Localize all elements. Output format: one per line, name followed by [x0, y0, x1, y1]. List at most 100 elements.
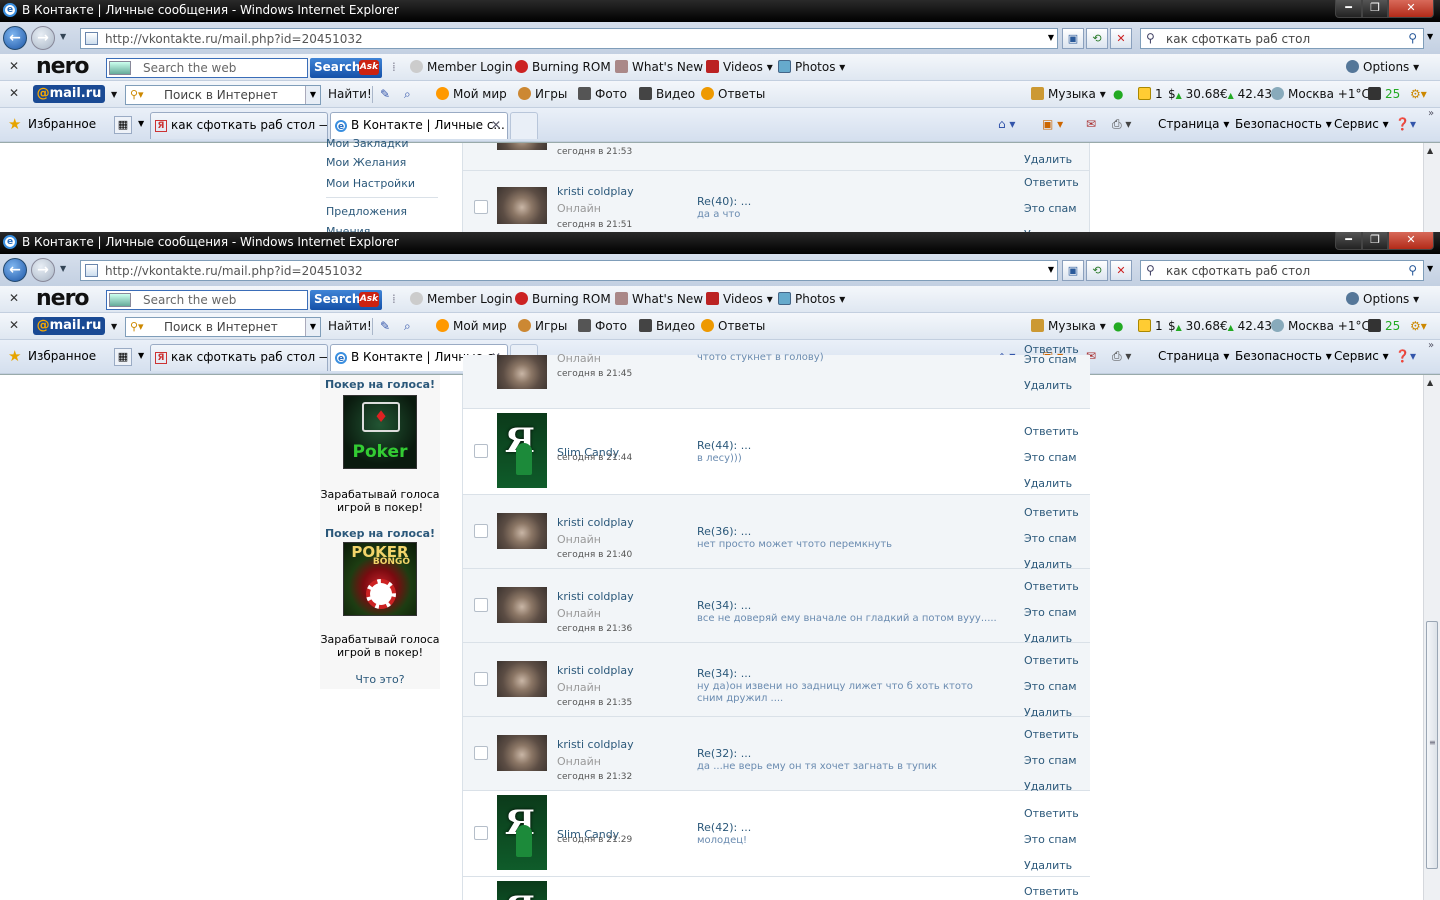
burning-rom-button[interactable]: Burning ROM — [515, 60, 611, 74]
reply-link[interactable]: Ответить — [1024, 176, 1079, 189]
minimize-button[interactable]: ━ — [1335, 232, 1362, 250]
sender-name-link[interactable]: kristi coldplay — [557, 185, 634, 198]
search-page-icon[interactable]: ⌕ — [404, 87, 411, 102]
photo-button[interactable]: Фото — [578, 319, 627, 333]
delete-link[interactable]: Удалить — [1024, 859, 1072, 872]
reply-link[interactable]: Ответить — [1024, 506, 1079, 519]
usd-rate[interactable]: $▲ 30.68 — [1168, 319, 1220, 333]
sidebar-link[interactable]: Мои Желания — [326, 156, 406, 169]
message-checkbox[interactable] — [474, 200, 488, 214]
forward-button[interactable]: → — [31, 26, 55, 50]
scroll-up-icon[interactable]: ▲ — [1427, 378, 1433, 387]
compatibility-view-icon[interactable]: ▣ — [1062, 260, 1084, 281]
sender-name-link[interactable]: kristi coldplay — [557, 738, 634, 751]
tab-list-icon[interactable]: ▼ — [138, 119, 144, 128]
photos-menu[interactable]: Photos ▾ — [778, 60, 845, 74]
avatar[interactable]: Я — [497, 795, 547, 870]
options-menu[interactable]: Options ▾ — [1346, 292, 1419, 306]
ad-title-link[interactable]: Покер на голоса! — [320, 378, 440, 391]
scrollbar-thumb[interactable]: ≡ — [1426, 621, 1438, 869]
favorites-button[interactable]: Избранное — [28, 117, 96, 131]
avatar[interactable] — [497, 355, 547, 389]
page-menu[interactable]: Страница ▾ — [1158, 117, 1229, 131]
moy-mir-button[interactable]: Мой мир — [436, 87, 507, 101]
message-checkbox[interactable] — [474, 826, 488, 840]
message-checkbox[interactable] — [474, 672, 488, 686]
nero-search-button[interactable]: Search Ask — [310, 58, 382, 78]
poker-ad[interactable]: Покер на голоса! POKER BONGO Зарабатывай го… — [320, 527, 440, 667]
spam-link[interactable]: Это спам — [1024, 833, 1077, 846]
recent-pages-dropdown[interactable]: ▼ — [60, 32, 66, 41]
eur-rate[interactable]: €▲ 42.43 — [1220, 319, 1272, 333]
address-dropdown-icon[interactable]: ▼ — [1048, 33, 1054, 42]
search-icon[interactable]: ⚲ — [1408, 31, 1417, 45]
search-engine-icon[interactable]: ⚲▾ — [130, 320, 144, 333]
answers-button[interactable]: Ответы — [701, 87, 765, 101]
quick-tabs-icon[interactable]: ▦ — [114, 116, 132, 134]
tab-yandex[interactable]: Я как сфоткать раб стол — ... — [150, 344, 328, 371]
tab-yandex[interactable]: Я как сфоткать раб стол — ... — [150, 112, 328, 139]
mailru-menu-icon[interactable]: ▼ — [111, 90, 117, 99]
maximize-button[interactable]: ❐ — [1362, 232, 1388, 250]
delete-link[interactable]: Удалить — [1024, 153, 1072, 166]
sidebar-link[interactable]: Предложения — [326, 205, 407, 218]
spam-link[interactable]: Это спам — [1024, 754, 1077, 767]
message-checkbox[interactable] — [474, 524, 488, 538]
recent-pages-dropdown[interactable]: ▼ — [60, 264, 66, 273]
search-page-icon[interactable]: ⌕ — [404, 319, 411, 334]
spam-link[interactable]: Это спам — [1024, 451, 1077, 464]
address-input[interactable]: http://vkontakte.ru/mail.php?id=20451032… — [80, 260, 1058, 281]
maximize-button[interactable]: ❐ — [1362, 0, 1388, 18]
photos-menu[interactable]: Photos ▾ — [778, 292, 845, 306]
answers-button[interactable]: Ответы — [701, 319, 765, 333]
member-login-button[interactable]: Member Login — [410, 292, 513, 306]
sender-name-link[interactable]: kristi coldplay — [557, 590, 634, 603]
videos-menu[interactable]: Videos ▾ — [706, 60, 773, 74]
find-button[interactable]: Найти! — [328, 87, 372, 101]
sidebar-link[interactable]: Мои Закладки — [326, 137, 408, 150]
sender-name-link[interactable]: kristi coldplay — [557, 516, 634, 529]
mailru-logo[interactable]: @mail.ru — [33, 317, 105, 335]
mailru-search-input[interactable]: ⚲▾ Поиск в Интернет ▼ — [125, 85, 321, 105]
whats-new-button[interactable]: What's New — [615, 60, 703, 74]
vertical-scrollbar[interactable]: ▲ — [1423, 143, 1440, 232]
tools-menu[interactable]: Сервис ▾ — [1334, 117, 1389, 131]
close-toolbar-icon[interactable]: ✕ — [9, 86, 19, 100]
back-button[interactable]: ← — [3, 26, 27, 50]
reply-link[interactable]: Ответить — [1024, 654, 1079, 667]
message-checkbox[interactable] — [474, 598, 488, 612]
message-subject-link[interactable]: Re(34): ... — [697, 667, 751, 680]
spam-link[interactable]: Это спам — [1024, 606, 1077, 619]
weather-button[interactable]: Москва +1°C — [1271, 87, 1370, 101]
poker-ad[interactable]: Покер на голоса! ♦ Poker Зарабатывай голоса… — [320, 378, 440, 518]
spam-link[interactable]: Это спам — [1024, 202, 1077, 215]
delete-link[interactable]: Удалить — [1024, 379, 1072, 392]
what-is-this-link[interactable]: Что это? — [320, 673, 440, 686]
search-options-icon[interactable]: ▼ — [1427, 32, 1433, 41]
back-button[interactable]: ← — [3, 258, 27, 282]
avatar[interactable] — [497, 143, 547, 150]
mailru-search-input[interactable]: ⚲▾ Поиск в Интернет ▼ — [125, 317, 321, 337]
find-button[interactable]: Найти! — [328, 319, 372, 333]
refresh-icon[interactable]: ⟲ — [1086, 260, 1108, 281]
agent-icon[interactable]: ● — [1113, 87, 1123, 101]
weather-button[interactable]: Москва +1°C — [1271, 319, 1370, 333]
search-input[interactable]: ⚲ как сфоткать раб стол ⚲ — [1140, 260, 1424, 281]
sidebar-link[interactable]: Мои Настройки — [326, 177, 415, 190]
options-menu[interactable]: Options ▾ — [1346, 60, 1419, 74]
tab-list-icon[interactable]: ▼ — [138, 351, 144, 360]
eur-rate[interactable]: €▲ 42.43 — [1220, 87, 1272, 101]
message-subject-link[interactable]: Re(36): ... — [697, 525, 751, 538]
avatar[interactable] — [497, 513, 547, 549]
close-tab-icon[interactable]: ✕ — [491, 118, 501, 132]
avatar[interactable] — [497, 187, 547, 224]
scroll-up-icon[interactable]: ▲ — [1427, 146, 1433, 155]
message-checkbox[interactable] — [474, 444, 488, 458]
tab-vkontakte[interactable]: e В Контакте | Личные с... ✕ — [330, 112, 508, 139]
search-icon[interactable]: ⚲ — [1408, 263, 1417, 277]
reply-link[interactable]: Ответить — [1024, 580, 1079, 593]
avatar[interactable]: Я — [497, 413, 547, 488]
ad-image[interactable]: ♦ Poker — [343, 395, 417, 469]
rss-icon[interactable]: ▣ ▾ — [1042, 117, 1063, 131]
sender-name-link[interactable]: kristi coldplay — [557, 664, 634, 677]
